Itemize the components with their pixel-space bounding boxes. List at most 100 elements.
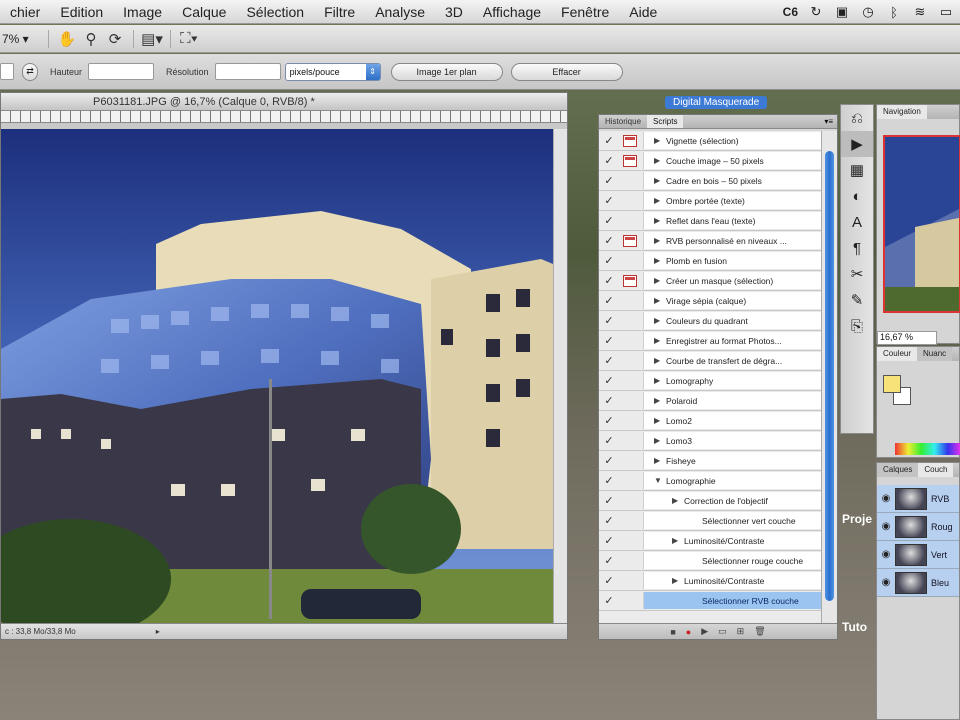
dialog-toggle-icon[interactable] (623, 255, 637, 267)
checkmark-icon[interactable]: ✓ (599, 174, 619, 187)
channel-row[interactable]: ◉ RVB (877, 485, 959, 513)
checkmark-icon[interactable]: ✓ (599, 274, 619, 287)
tab-swatches[interactable]: Nuanc (917, 347, 953, 361)
rotate-view-icon[interactable]: ⟳ (103, 29, 127, 49)
resolution-field[interactable] (214, 63, 281, 80)
triangle-right-icon[interactable]: ▶ (654, 176, 666, 185)
dialog-toggle-icon[interactable] (623, 215, 637, 227)
vertical-scrollbar[interactable] (553, 129, 567, 624)
scroll-thumb[interactable] (825, 151, 834, 601)
brush-icon[interactable]: ✎ (841, 287, 873, 313)
dialog-toggle-icon[interactable] (623, 195, 637, 207)
dialog-toggle-icon[interactable] (623, 154, 637, 167)
checkmark-icon[interactable]: ✓ (599, 354, 619, 367)
eye-icon[interactable]: ◉ (877, 577, 895, 588)
menu-item-4[interactable]: Sélection (236, 0, 314, 24)
zoom-dropdown[interactable]: 7% ▾ (2, 32, 42, 46)
time-machine-icon[interactable]: ◷ (860, 4, 876, 20)
dialog-toggle-icon[interactable] (623, 355, 637, 367)
front-image-button[interactable]: Image 1er plan (390, 62, 503, 81)
record-icon[interactable]: ● (686, 627, 691, 637)
menu-item-6[interactable]: Analyse (365, 0, 435, 24)
stop-icon[interactable]: ■ (670, 627, 675, 637)
panel-menu-icon[interactable]: ▾≡ (820, 115, 837, 128)
menu-item-10[interactable]: Aide (619, 0, 667, 24)
triangle-right-icon[interactable]: ▶ (654, 296, 666, 305)
action-row[interactable]: ✓ ▶ Luminosité/Contraste (599, 571, 821, 591)
dialog-toggle-icon[interactable] (623, 455, 637, 467)
action-row[interactable]: ✓ ▶ Couleurs du quadrant (599, 311, 821, 331)
menu-item-9[interactable]: Fenêtre (551, 0, 619, 24)
triangle-down-icon[interactable]: ▼ (654, 476, 666, 485)
triangle-right-icon[interactable]: ▶ (654, 356, 666, 365)
screen-mode-icon[interactable]: ⛶▾ (177, 29, 201, 49)
play-icon[interactable]: ▶ (701, 626, 708, 637)
checkmark-icon[interactable]: ✓ (599, 414, 619, 427)
action-row[interactable]: ✓ ▶ Lomo3 (599, 431, 821, 451)
menu-item-3[interactable]: Calque (172, 0, 236, 24)
resolution-unit-select[interactable]: pixels/pouce ⇕ (284, 62, 381, 81)
eye-icon[interactable]: ◉ (877, 521, 895, 532)
action-row[interactable]: ✓ ▶ Plomb en fusion (599, 251, 821, 271)
action-row[interactable]: ✓ ▶ Courbe de transfert de dégra... (599, 351, 821, 371)
dialog-toggle-icon[interactable] (623, 535, 637, 547)
dialog-toggle-icon[interactable] (623, 415, 637, 427)
triangle-right-icon[interactable]: ▶ (654, 216, 666, 225)
clear-button[interactable]: Effacer (510, 62, 623, 81)
action-row[interactable]: ✓ ▶ Polaroid (599, 391, 821, 411)
action-row[interactable]: ✓ ▶ Lomo2 (599, 411, 821, 431)
arrange-documents-icon[interactable]: ▤▾ (140, 29, 164, 49)
checkmark-icon[interactable]: ✓ (599, 554, 619, 567)
action-row[interactable]: ✓ ▶ Fisheye (599, 451, 821, 471)
checkmark-icon[interactable]: ✓ (599, 534, 619, 547)
foreground-color-swatch[interactable] (883, 375, 901, 393)
tab-history[interactable]: Historique (599, 115, 647, 128)
tab-channels[interactable]: Couch (918, 463, 954, 477)
triangle-right-icon[interactable]: ▶ (654, 256, 666, 265)
clone-icon[interactable]: ⎘ (841, 313, 873, 339)
paragraph-icon[interactable]: ¶ (841, 235, 873, 261)
channel-row[interactable]: ◉ Vert (877, 541, 959, 569)
wifi-icon[interactable]: ≋ (912, 4, 928, 20)
eye-icon[interactable]: ◉ (877, 493, 895, 504)
channel-row[interactable]: ◉ Roug (877, 513, 959, 541)
checkmark-icon[interactable]: ✓ (599, 514, 619, 527)
sync-icon[interactable]: ↻ (808, 4, 824, 20)
navigation-preview[interactable] (883, 135, 960, 313)
checkmark-icon[interactable]: ✓ (599, 594, 619, 607)
checkmark-icon[interactable]: ✓ (599, 334, 619, 347)
image-canvas[interactable] (1, 129, 553, 624)
tab-navigation[interactable]: Navigation (877, 105, 927, 119)
menu-item-0[interactable]: chier (0, 0, 50, 24)
horizontal-ruler[interactable] (1, 111, 567, 123)
zoom-tool-icon[interactable]: ⚲ (79, 29, 103, 49)
checkmark-icon[interactable]: ✓ (599, 214, 619, 227)
menu-item-7[interactable]: 3D (435, 0, 473, 24)
triangle-right-icon[interactable]: ▶ (672, 576, 684, 585)
adjustments-icon[interactable]: ◐ (841, 183, 873, 209)
checkmark-icon[interactable]: ✓ (599, 434, 619, 447)
menu-item-8[interactable]: Affichage (473, 0, 551, 24)
menu-item-1[interactable]: Edition (50, 0, 113, 24)
checkmark-icon[interactable]: ✓ (599, 234, 619, 247)
checkmark-icon[interactable]: ✓ (599, 154, 619, 167)
triangle-right-icon[interactable]: ▶ (654, 376, 666, 385)
document-title[interactable]: P6031181.JPG @ 16,7% (Calque 0, RVB/8) * (1, 93, 567, 111)
triangle-right-icon[interactable]: ▶ (654, 396, 666, 405)
battery-icon[interactable]: ▭ (938, 4, 954, 20)
checkmark-icon[interactable]: ✓ (599, 454, 619, 467)
menu-item-5[interactable]: Filtre (314, 0, 365, 24)
action-row[interactable]: ✓ ▶ Virage sépia (calque) (599, 291, 821, 311)
actions-scrollbar[interactable] (821, 131, 837, 625)
action-row[interactable]: ✓ ▶ Cadre en bois – 50 pixels (599, 171, 821, 191)
dialog-toggle-icon[interactable] (623, 315, 637, 327)
action-row[interactable]: ✓ ▶ Reflet dans l'eau (texte) (599, 211, 821, 231)
action-row[interactable]: ✓ ▶ Ombre portée (texte) (599, 191, 821, 211)
dialog-toggle-icon[interactable] (623, 575, 637, 587)
character-icon[interactable]: A (841, 209, 873, 235)
action-row[interactable]: ✓ ▼ Lomographie (599, 471, 821, 491)
dialog-toggle-icon[interactable] (623, 175, 637, 187)
dialog-toggle-icon[interactable] (623, 274, 637, 287)
triangle-right-icon[interactable]: ▶ (654, 316, 666, 325)
checkmark-icon[interactable]: ✓ (599, 254, 619, 267)
